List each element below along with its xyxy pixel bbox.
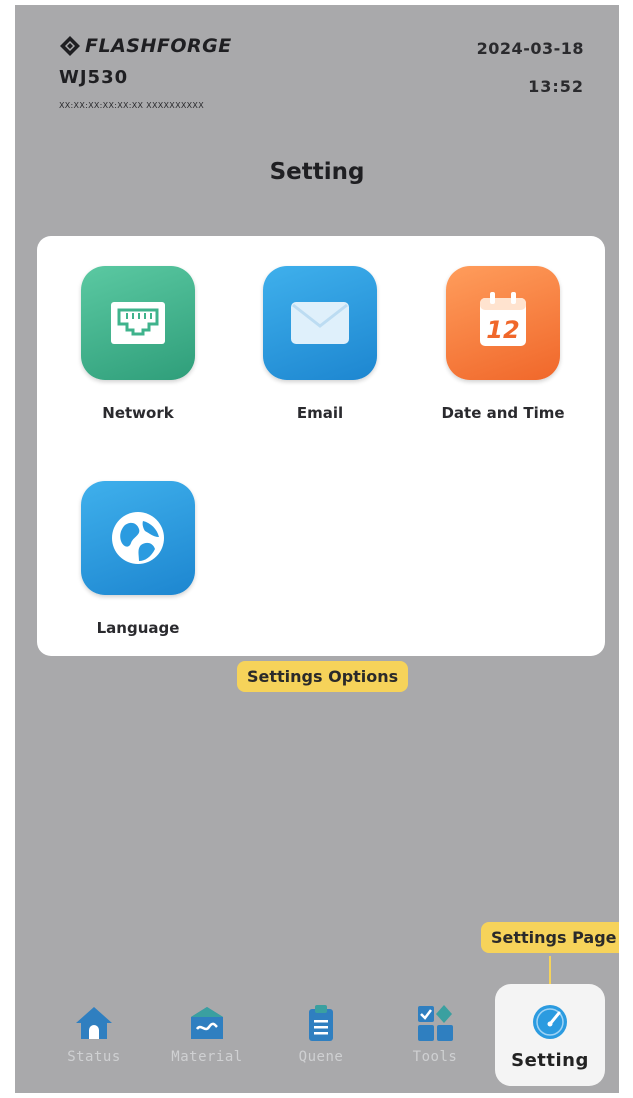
page-title: Setting [269, 159, 365, 185]
language-option[interactable]: Language [53, 481, 223, 637]
date-time-label: Date and Time [441, 404, 565, 422]
nav-item-material[interactable]: Material [162, 985, 252, 1065]
network-option[interactable]: Network [53, 266, 223, 422]
device-screen: FLASHFORGE WJ530 XX:XX:XX:XX:XX:XX XXXXX… [15, 5, 619, 1093]
settings-options-panel: Network Email 12 Date and Time Language [37, 236, 605, 656]
home-icon [74, 1003, 114, 1043]
nav-label-quene: Quene [298, 1049, 344, 1065]
calendar-icon: 12 [446, 266, 560, 380]
current-time: 13:52 [528, 77, 584, 96]
printer-model: WJ530 [59, 67, 129, 88]
nav-item-setting[interactable]: Setting [495, 984, 605, 1086]
clipboard-icon [301, 1003, 341, 1043]
nav-label-material: Material [171, 1049, 243, 1065]
calendar-day-text: 12 [486, 316, 519, 344]
nav-label-status: Status [67, 1049, 121, 1065]
brand-name: FLASHFORGE [85, 35, 232, 57]
nav-label-setting: Setting [511, 1050, 589, 1071]
nav-item-setting-content: Setting [505, 984, 595, 1071]
brand-logo: FLASHFORGE [59, 35, 232, 57]
settings-page-callout-pointer [549, 956, 551, 986]
printer-serial: XX:XX:XX:XX:XX:XX XXXXXXXXXX [59, 101, 204, 110]
email-label: Email [296, 404, 344, 422]
globe-icon [81, 481, 195, 595]
language-label: Language [96, 619, 180, 637]
settings-options-callout: Settings Options [237, 661, 409, 692]
nav-item-quene[interactable]: Quene [276, 985, 366, 1065]
bottom-nav: Status Material Quene Tools Setting [15, 984, 619, 1093]
material-icon [187, 1003, 227, 1043]
settings-page-callout: Settings Page [481, 922, 619, 953]
flashforge-logo-icon [59, 35, 81, 57]
ethernet-icon [81, 266, 195, 380]
nav-item-status[interactable]: Status [49, 985, 139, 1065]
nav-label-tools: Tools [412, 1049, 458, 1065]
tools-icon [415, 1003, 455, 1043]
nav-item-tools[interactable]: Tools [390, 985, 480, 1065]
gauge-icon [530, 1002, 570, 1042]
envelope-icon [263, 266, 377, 380]
network-label: Network [102, 404, 174, 422]
date-time-option[interactable]: 12 Date and Time [418, 266, 588, 422]
email-option[interactable]: Email [235, 266, 405, 422]
current-date: 2024-03-18 [476, 39, 584, 58]
